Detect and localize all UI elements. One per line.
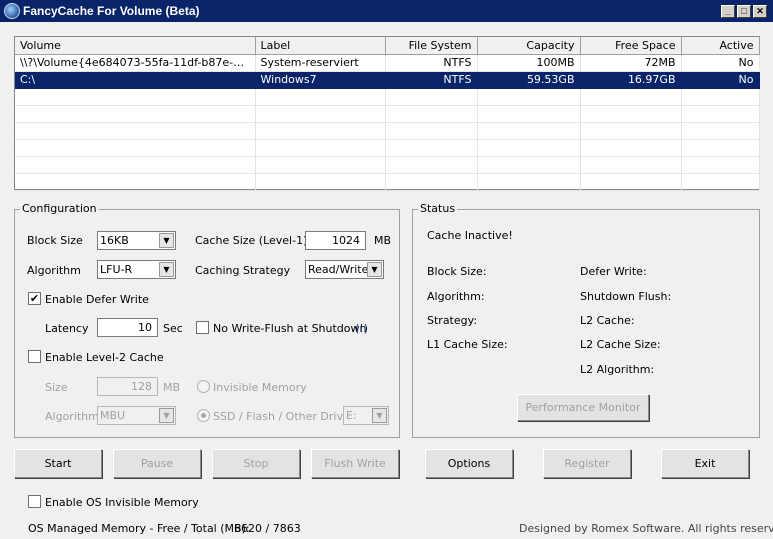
column-header-file-system[interactable]: File System (385, 37, 478, 55)
column-header-active[interactable]: Active (681, 37, 760, 55)
minimize-button[interactable]: _ (721, 5, 735, 18)
status-shutdown-flush: Shutdown Flush: (580, 290, 672, 303)
status-algorithm: Algorithm: (427, 290, 485, 303)
cache-state-text: Cache Inactive! (427, 229, 513, 242)
status-l2-cache: L2 Cache: (580, 314, 635, 327)
cell-free-space: 16.97GB (580, 71, 682, 89)
options-button[interactable]: Options (425, 449, 513, 478)
maximize-button[interactable]: □ (737, 5, 751, 18)
volume-list[interactable]: Volume Label File System Capacity Free S… (14, 36, 760, 191)
pause-button[interactable]: Pause (113, 449, 201, 478)
window-title: FancyCache For Volume (Beta) (23, 4, 200, 18)
algorithm-select[interactable]: LFU-R ▼ (97, 260, 176, 279)
status-title: Status (418, 202, 458, 215)
invisible-memory-radio[interactable] (197, 380, 210, 393)
app-icon (4, 3, 20, 19)
cache-size-unit: MB (374, 234, 392, 247)
block-size-select[interactable]: 16KB ▼ (97, 231, 176, 250)
enable-l2-checkbox[interactable] (28, 350, 41, 363)
register-button[interactable]: Register (543, 449, 631, 478)
title-bar: FancyCache For Volume (Beta) _ □ ✕ (0, 0, 773, 22)
l2-size-label: Size (45, 381, 68, 394)
empty-row (15, 156, 760, 174)
caching-strategy-select[interactable]: Read/Write ▼ (305, 260, 384, 279)
cell-label: System-reserviert (255, 54, 386, 72)
cell-label: Windows7 (255, 71, 386, 89)
no-write-flush-checkbox[interactable] (196, 321, 209, 334)
status-l2-algorithm: L2 Algorithm: (580, 363, 655, 376)
cell-file-system: NTFS (385, 71, 478, 89)
status-block-size: Block Size: (427, 265, 487, 278)
ssd-drive-label[interactable]: SSD / Flash / Other Drive (213, 410, 350, 423)
dropdown-arrow-icon: ▼ (159, 233, 174, 248)
table-row[interactable]: \\?\Volume{4e684073-55fa-11df-b87e-806e6… (15, 54, 760, 72)
ssd-drive-radio[interactable] (197, 409, 210, 422)
l2-size-input[interactable]: 128 (97, 377, 158, 396)
column-header-free-space[interactable]: Free Space (580, 37, 682, 55)
column-header-volume[interactable]: Volume (15, 37, 256, 55)
close-button[interactable]: ✕ (753, 5, 767, 18)
cache-size-label: Cache Size (Level-1) (195, 234, 308, 247)
l2-algorithm-value: MBU (100, 409, 126, 422)
dropdown-arrow-icon: ▼ (367, 262, 382, 277)
dropdown-arrow-icon: ▼ (372, 408, 387, 423)
volume-table: Volume Label File System Capacity Free S… (15, 37, 760, 191)
empty-row (15, 139, 760, 157)
volume-table-header: Volume Label File System Capacity Free S… (15, 37, 760, 55)
cell-active: No (681, 54, 760, 72)
status-l1-cache-size: L1 Cache Size: (427, 338, 508, 351)
os-memory-value: 6620 / 7863 (234, 522, 301, 535)
cell-free-space: 72MB (580, 54, 682, 72)
cell-file-system: NTFS (385, 54, 478, 72)
enable-os-invisible-memory-checkbox[interactable] (28, 495, 41, 508)
algorithm-value: LFU-R (100, 263, 133, 276)
drive-value: E: (346, 409, 357, 422)
exit-button[interactable]: Exit (661, 449, 749, 478)
cell-capacity: 100MB (477, 54, 581, 72)
caching-strategy-value: Read/Write (308, 263, 369, 276)
configuration-title: Configuration (20, 202, 99, 215)
cell-volume: \\?\Volume{4e684073-55fa-11df-b87e-806e6… (15, 54, 256, 72)
column-header-label[interactable]: Label (255, 37, 386, 55)
algorithm-label: Algorithm (27, 264, 81, 277)
dropdown-arrow-icon: ▼ (159, 408, 174, 423)
enable-defer-write-label[interactable]: Enable Defer Write (45, 293, 149, 306)
latency-label: Latency (45, 322, 89, 335)
drive-select[interactable]: E: ▼ (343, 406, 389, 425)
latency-input[interactable]: 10 (97, 318, 158, 337)
column-header-capacity[interactable]: Capacity (477, 37, 581, 55)
cell-capacity: 59.53GB (477, 71, 581, 89)
block-size-label: Block Size (27, 234, 83, 247)
empty-row (15, 173, 760, 191)
latency-unit: Sec (163, 322, 183, 335)
l2-algorithm-select[interactable]: MBU ▼ (97, 406, 176, 425)
credits-text: Designed by Romex Software. All rights r… (519, 522, 773, 535)
cell-volume: C:\ (15, 71, 256, 89)
status-l2-cache-size: L2 Cache Size: (580, 338, 661, 351)
block-size-value: 16KB (100, 234, 129, 247)
l2-size-unit: MB (163, 381, 181, 394)
dropdown-arrow-icon: ▼ (159, 262, 174, 277)
cache-size-input[interactable]: 1024 (305, 231, 366, 250)
caching-strategy-label: Caching Strategy (195, 264, 291, 277)
status-strategy: Strategy: (427, 314, 478, 327)
performance-monitor-button[interactable]: Performance Monitor (517, 394, 649, 421)
start-button[interactable]: Start (14, 449, 102, 478)
stop-button[interactable]: Stop (212, 449, 300, 478)
os-memory-label: OS Managed Memory - Free / Total (MB): (28, 522, 250, 535)
flush-write-button[interactable]: Flush Write (311, 449, 399, 478)
empty-row (15, 105, 760, 123)
enable-defer-write-checkbox[interactable]: ✔ (28, 292, 41, 305)
no-write-flush-help-link[interactable]: (!) (355, 322, 368, 335)
l2-algorithm-label: Algorithm (45, 410, 99, 423)
empty-row (15, 122, 760, 140)
table-row[interactable]: C:\ Windows7 NTFS 59.53GB 16.97GB No (15, 71, 760, 89)
no-write-flush-label[interactable]: No Write-Flush at Shutdown (213, 322, 367, 335)
enable-os-invisible-memory-label[interactable]: Enable OS Invisible Memory (45, 496, 199, 509)
cell-active: No (681, 71, 760, 89)
status-defer-write: Defer Write: (580, 265, 647, 278)
empty-row (15, 88, 760, 106)
enable-l2-label[interactable]: Enable Level-2 Cache (45, 351, 164, 364)
invisible-memory-label[interactable]: Invisible Memory (213, 381, 307, 394)
